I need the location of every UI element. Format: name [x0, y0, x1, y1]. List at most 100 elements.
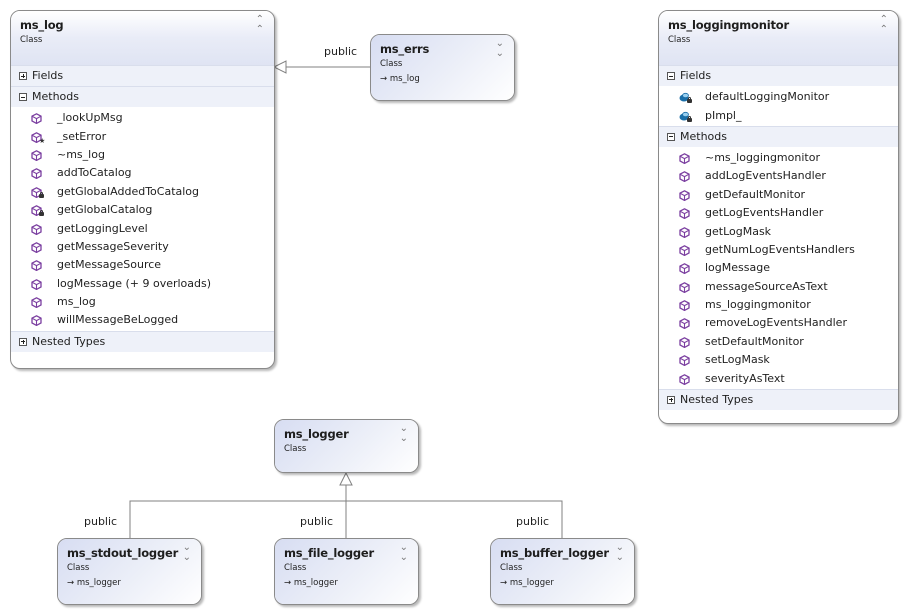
method-item[interactable]: getGlobalCatalog	[11, 201, 274, 219]
expand-plus-icon[interactable]	[667, 395, 675, 404]
collapse-minus-icon[interactable]	[667, 132, 675, 141]
member-name: logMessage	[705, 261, 770, 275]
member-name: ~ms_log	[57, 147, 105, 161]
section-fields[interactable]: Fields	[659, 65, 898, 86]
method-item[interactable]: willMessageBeLogged	[11, 311, 274, 329]
class-kind: Class	[500, 563, 523, 573]
method-item[interactable]: ~ms_log	[11, 146, 274, 164]
method-item[interactable]: removeLogEventsHandler	[659, 314, 898, 332]
field-item[interactable]: pImpl_	[659, 106, 898, 124]
method-item[interactable]: getLoggingLevel	[11, 219, 274, 237]
relation-label-ms-errs: public	[324, 45, 358, 58]
method-item[interactable]: logMessage	[659, 259, 898, 277]
class-shape-ms-errs[interactable]: ms_errs Class → ms_log ⌄ ⌄	[370, 34, 515, 101]
class-header[interactable]: ms_logger Class ⌄ ⌄	[275, 420, 418, 472]
class-kind: Class	[284, 563, 307, 573]
collapse-minus-icon[interactable]	[667, 72, 675, 80]
method-item[interactable]: getMessageSource	[11, 256, 274, 274]
method-item[interactable]: getLogMask	[659, 222, 898, 240]
expand-chevron-icon[interactable]: ⌄ ⌄	[400, 424, 408, 444]
method-item[interactable]: ms_loggingmonitor	[659, 296, 898, 314]
collapse-minus-icon[interactable]	[19, 93, 27, 101]
method-item[interactable]: messageSourceAsText	[659, 278, 898, 296]
class-name: ms_file_logger	[284, 546, 374, 560]
method-icon	[31, 295, 57, 309]
class-shape-ms-stdout-logger[interactable]: ms_stdout_logger Class → ms_logger ⌄ ⌄	[57, 538, 202, 605]
method-item[interactable]: getGlobalAddedToCatalog	[11, 183, 274, 201]
class-header[interactable]: ms_file_logger Class → ms_logger ⌄ ⌄	[275, 539, 418, 604]
method-item[interactable]: getLogEventsHandler	[659, 204, 898, 222]
section-nested-types[interactable]: Nested Types	[659, 388, 898, 410]
relation-label-ms-buffer-logger: public	[516, 515, 550, 528]
method-icon	[31, 148, 57, 162]
base-class: → ms_logger	[284, 578, 338, 588]
class-name: ms_buffer_logger	[500, 546, 609, 560]
method-item[interactable]: ★ _setError	[11, 127, 274, 145]
protected-star-icon: ★	[39, 136, 46, 145]
method-item[interactable]: addLogEventsHandler	[659, 167, 898, 185]
method-icon	[679, 188, 705, 202]
expand-chevron-icon[interactable]: ⌄ ⌄	[496, 39, 504, 59]
class-header[interactable]: ms_loggingmonitor Class ⌃ ⌃	[659, 11, 898, 65]
member-name: messageSourceAsText	[705, 279, 828, 293]
method-item[interactable]: setDefaultMonitor	[659, 333, 898, 351]
class-header[interactable]: ms_log Class ⌃ ⌃	[11, 11, 274, 65]
class-shape-ms-buffer-logger[interactable]: ms_buffer_logger Class → ms_logger ⌄ ⌄	[490, 538, 635, 605]
member-name: getNumLogEventsHandlers	[705, 242, 855, 256]
method-item[interactable]: severityAsText	[659, 369, 898, 387]
member-name: _setError	[57, 129, 107, 143]
member-name: ms_log	[57, 295, 96, 309]
section-methods[interactable]: Methods	[659, 125, 898, 147]
class-header[interactable]: ms_stdout_logger Class → ms_logger ⌄ ⌄	[58, 539, 201, 604]
method-icon	[679, 280, 705, 294]
collapse-chevron-icon[interactable]: ⌃ ⌃	[880, 15, 888, 35]
method-item[interactable]: _lookUpMsg	[11, 109, 274, 127]
method-icon	[679, 335, 705, 349]
expand-chevron-icon[interactable]: ⌄ ⌄	[183, 543, 191, 563]
member-name: _lookUpMsg	[57, 111, 123, 125]
method-item[interactable]: getMessageSeverity	[11, 238, 274, 256]
method-icon	[679, 261, 705, 275]
method-icon	[31, 203, 57, 217]
collapse-chevron-icon[interactable]: ⌃ ⌃	[256, 15, 264, 35]
inherits-arrow-icon: →	[500, 578, 508, 588]
class-shape-ms-file-logger[interactable]: ms_file_logger Class → ms_logger ⌄ ⌄	[274, 538, 419, 605]
class-header[interactable]: ms_errs Class → ms_log ⌄ ⌄	[371, 35, 514, 100]
class-kind: Class	[668, 35, 691, 45]
field-item[interactable]: defaultLoggingMonitor	[659, 88, 898, 106]
method-item[interactable]: getNumLogEventsHandlers	[659, 241, 898, 259]
expand-chevron-icon[interactable]: ⌄ ⌄	[400, 543, 408, 563]
section-fields[interactable]: Fields	[11, 65, 274, 86]
relation-label-ms-file-logger: public	[300, 515, 334, 528]
base-class: → ms_logger	[67, 578, 121, 588]
inheritance-arrow-ms-log	[272, 60, 287, 74]
class-kind: Class	[20, 35, 43, 45]
member-name: getLogMask	[705, 224, 772, 238]
expand-plus-icon[interactable]	[19, 337, 27, 346]
method-item[interactable]: ms_log	[11, 293, 274, 311]
member-name: getGlobalCatalog	[57, 203, 153, 217]
method-item[interactable]: ~ms_loggingmonitor	[659, 149, 898, 167]
base-class: → ms_logger	[500, 578, 554, 588]
class-shape-ms-logger[interactable]: ms_logger Class ⌄ ⌄	[274, 419, 419, 473]
method-item[interactable]: addToCatalog	[11, 164, 274, 182]
section-methods[interactable]: Methods	[11, 86, 274, 107]
class-header[interactable]: ms_buffer_logger Class → ms_logger ⌄ ⌄	[491, 539, 634, 604]
method-item[interactable]: getDefaultMonitor	[659, 186, 898, 204]
method-item[interactable]: setLogMask	[659, 351, 898, 369]
method-item[interactable]: logMessage (+ 9 overloads)	[11, 275, 274, 293]
class-kind: Class	[67, 563, 90, 573]
method-icon	[679, 206, 705, 220]
expand-plus-icon[interactable]	[19, 72, 27, 80]
inherits-arrow-icon: →	[67, 578, 75, 588]
method-icon	[31, 313, 57, 327]
class-shape-ms-log[interactable]: ms_log Class ⌃ ⌃ Fields Methods _lookUpMs…	[10, 10, 275, 369]
section-nested-types[interactable]: Nested Types	[11, 330, 274, 352]
class-shape-ms-loggingmonitor[interactable]: ms_loggingmonitor Class ⌃ ⌃ Fields defaul…	[658, 10, 899, 424]
class-name: ms_loggingmonitor	[668, 18, 789, 32]
class-name: ms_log	[20, 18, 64, 32]
member-name: severityAsText	[705, 371, 785, 385]
method-icon	[679, 151, 705, 165]
member-name: setDefaultMonitor	[705, 334, 804, 348]
expand-chevron-icon[interactable]: ⌄ ⌄	[616, 543, 624, 563]
